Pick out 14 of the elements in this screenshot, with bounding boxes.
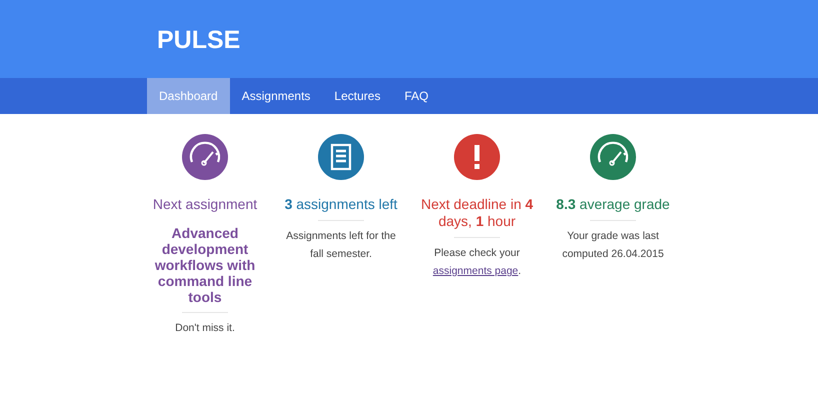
card-text: Assignments left for the fall semester. bbox=[285, 229, 397, 262]
assignments-link[interactable]: assignments page bbox=[432, 265, 518, 277]
nav-tab[interactable]: Assignments bbox=[230, 78, 322, 114]
nav-tab[interactable]: FAQ bbox=[392, 78, 440, 114]
assignment-title: Advanced development workflows with command line tools bbox=[154, 225, 256, 305]
card-text: Please check your assignments page. bbox=[432, 246, 522, 279]
card-headline: 8.3 average grade bbox=[555, 196, 671, 213]
nav-tab[interactable]: Lectures bbox=[322, 78, 392, 114]
card-headline: Next deadline in 4 days, 1 hour bbox=[420, 196, 534, 230]
card-text: Don't miss it. bbox=[174, 321, 236, 336]
card-headline: Next assignment bbox=[152, 196, 258, 213]
logo[interactable]: PULSE bbox=[157, 26, 240, 55]
card-text: Your grade was last computed 26.04.2015 bbox=[561, 229, 665, 262]
card-headline: 3 assignments left bbox=[284, 196, 398, 213]
